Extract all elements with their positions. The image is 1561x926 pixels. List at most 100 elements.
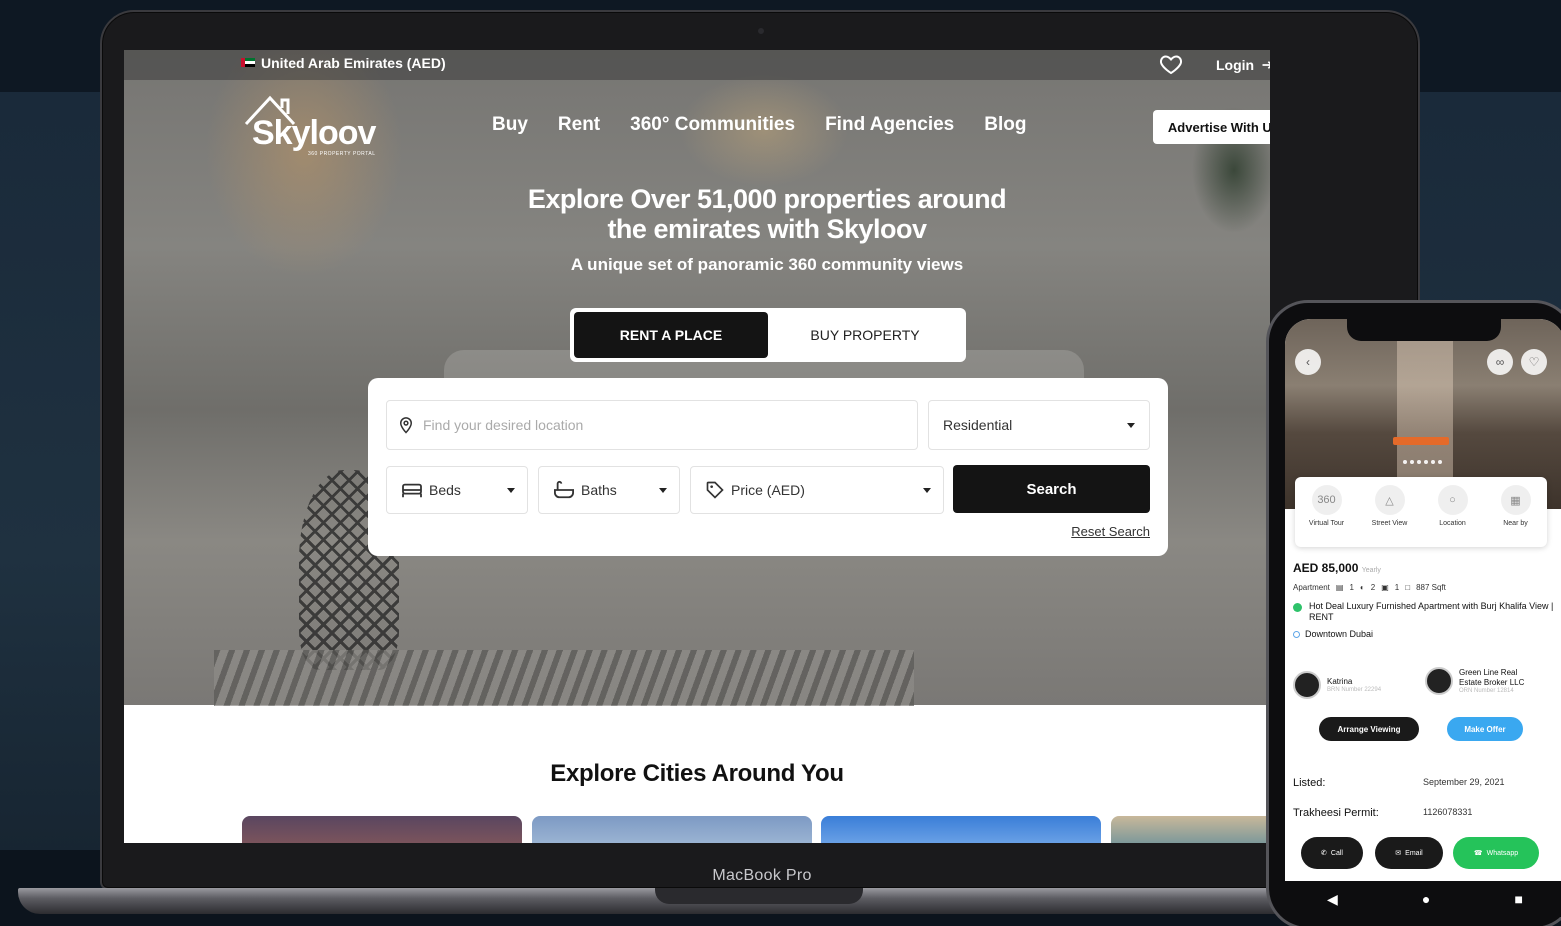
- agency-avatar: [1425, 667, 1453, 695]
- mail-icon: ✉: [1395, 850, 1402, 857]
- permit-row: Trakheesi Permit: 1126078331: [1293, 807, 1557, 819]
- make-offer-button[interactable]: Make Offer: [1447, 717, 1523, 741]
- agent-info[interactable]: Katrina BRN Number 22294: [1293, 671, 1381, 699]
- area-icon: □: [1405, 583, 1411, 592]
- permit-label: Trakheesi Permit:: [1293, 807, 1379, 819]
- nav-360-communities[interactable]: 360° Communities: [630, 114, 795, 136]
- virtual-tour-item[interactable]: 360 Virtual Tour: [1302, 485, 1352, 547]
- favorite-heart-icon[interactable]: ♡: [1521, 349, 1547, 375]
- nav-buy[interactable]: Buy: [492, 114, 528, 136]
- nav-rent[interactable]: Rent: [558, 114, 600, 136]
- agency-name-line1: Green Line Real: [1459, 668, 1518, 677]
- main-nav: Buy Rent 360° Communities Find Agencies …: [492, 114, 1026, 136]
- laptop-brand-label: MacBook Pro: [712, 867, 812, 884]
- beds-count: 1: [1349, 583, 1354, 592]
- login-button[interactable]: Login: [1216, 54, 1270, 76]
- android-nav-bar: ◀ ● ■: [1285, 881, 1561, 917]
- baths-count: 2: [1370, 583, 1376, 592]
- price-tag-icon: [706, 481, 724, 499]
- beds-select[interactable]: Beds: [386, 466, 528, 514]
- agency-orn: ORN Number 12814: [1459, 688, 1514, 694]
- bed-icon: [402, 483, 422, 498]
- area-value: 887 Sqft: [1416, 583, 1446, 592]
- phone-frame: ‹ ∞ ♡ 360 Virtual Tour △ Street View ○ L…: [1266, 300, 1561, 926]
- search-panel: Residential Beds Baths: [368, 378, 1168, 556]
- property-type-value: Residential: [943, 417, 1013, 433]
- location-pin-icon: [399, 417, 413, 434]
- region-selector[interactable]: United Arab Emirates (AED): [261, 55, 446, 71]
- phone-screen: ‹ ∞ ♡ 360 Virtual Tour △ Street View ○ L…: [1285, 319, 1561, 917]
- price-period: Yearly: [1361, 567, 1381, 574]
- advertise-button[interactable]: Advertise With Us: [1153, 110, 1270, 144]
- login-label: Login: [1216, 57, 1255, 73]
- city-card[interactable]: [242, 816, 522, 843]
- baths-select[interactable]: Baths: [538, 466, 680, 514]
- agency-name-line2: Estate Broker LLC: [1459, 678, 1525, 687]
- phone-notch: [1347, 319, 1501, 341]
- back-triangle-icon[interactable]: ◀: [1327, 891, 1338, 908]
- logo-text: Skyloov: [252, 114, 376, 152]
- location-input[interactable]: [423, 417, 893, 433]
- bathtub-icon: ◐: [1359, 583, 1365, 592]
- whatsapp-icon: ☎: [1473, 850, 1483, 857]
- phone-icon: ✆: [1321, 850, 1327, 857]
- baths-label: Baths: [581, 482, 617, 498]
- parking-icon: ▣: [1381, 583, 1389, 592]
- listed-row: Listed: September 29, 2021: [1293, 777, 1557, 789]
- beds-label: Beds: [429, 482, 461, 498]
- share-icon[interactable]: ∞: [1487, 349, 1513, 375]
- city-card[interactable]: [532, 816, 812, 843]
- search-button[interactable]: Search: [953, 465, 1150, 513]
- price-select[interactable]: Price (AED): [690, 466, 944, 514]
- listing-location: Downtown Dubai: [1305, 629, 1374, 639]
- whatsapp-button[interactable]: ☎ Whatsapp: [1453, 837, 1539, 869]
- street-view-item[interactable]: △ Street View: [1365, 485, 1415, 547]
- tab-rent-a-place[interactable]: RENT A PLACE: [574, 312, 768, 358]
- location-pin-icon: ○: [1437, 485, 1468, 515]
- uae-flag-icon: [241, 58, 255, 67]
- call-button[interactable]: ✆ Call: [1301, 837, 1363, 869]
- property-type-select[interactable]: Residential: [928, 400, 1150, 450]
- city-card[interactable]: [1111, 816, 1270, 843]
- listed-value: September 29, 2021: [1423, 777, 1505, 787]
- back-arrow-icon[interactable]: ‹: [1295, 349, 1321, 375]
- agent-name: Katrina: [1327, 677, 1353, 686]
- top-bar: United Arab Emirates (AED) Login: [124, 50, 1270, 80]
- price-label: Price (AED): [731, 482, 805, 498]
- property-type: Apartment: [1293, 583, 1330, 592]
- recents-square-icon[interactable]: ■: [1514, 891, 1522, 907]
- agency-info[interactable]: Green Line Real Estate Broker LLC ORN Nu…: [1425, 667, 1524, 695]
- tab-buy-property[interactable]: BUY PROPERTY: [768, 312, 962, 358]
- login-icon: [1262, 61, 1270, 69]
- logo-tagline: 360 PROPERTY PORTAL: [308, 151, 376, 157]
- listing-title: Hot Deal Luxury Furnished Apartment with…: [1309, 601, 1554, 622]
- arrange-viewing-button[interactable]: Arrange Viewing: [1319, 717, 1419, 741]
- hero-subtitle: A unique set of panoramic 360 community …: [570, 255, 964, 274]
- favorites-heart-icon[interactable]: [1158, 52, 1184, 76]
- bed-icon: ▤: [1335, 583, 1344, 592]
- nearby-icon: ▦: [1500, 485, 1531, 515]
- photo-carousel-dots[interactable]: [1403, 460, 1442, 464]
- email-button[interactable]: ✉ Email: [1375, 837, 1443, 869]
- home-circle-icon[interactable]: ●: [1422, 891, 1430, 907]
- agent-brn: BRN Number 22294: [1327, 687, 1382, 693]
- nav-find-agencies[interactable]: Find Agencies: [825, 114, 954, 136]
- nearby-item[interactable]: ▦ Near by: [1491, 485, 1541, 547]
- city-card[interactable]: [821, 816, 1101, 843]
- listing-price: AED 85,000 Yearly: [1293, 561, 1381, 575]
- street-view-icon: △: [1374, 485, 1405, 515]
- listing-meta: Apartment ▤ 1 ◐ 2 ▣ 1 □ 887 Sqft: [1293, 583, 1446, 592]
- listed-label: Listed:: [1293, 777, 1326, 789]
- agent-avatar: [1293, 671, 1321, 699]
- skyloov-logo[interactable]: Skyloov 360 PROPERTY PORTAL: [240, 94, 390, 164]
- property-feature-icons: 360 Virtual Tour △ Street View ○ Locatio…: [1295, 477, 1547, 547]
- parking-count: 1: [1394, 583, 1400, 592]
- chevron-down-icon: [507, 487, 515, 493]
- reset-search-link[interactable]: Reset Search: [1068, 524, 1150, 539]
- camera-dot: [758, 28, 764, 34]
- location-item[interactable]: ○ Location: [1428, 485, 1478, 547]
- laptop-screen: United Arab Emirates (AED) Login Skyloov…: [124, 50, 1270, 843]
- search-mode-tabs: RENT A PLACE BUY PROPERTY: [570, 308, 966, 362]
- nav-blog[interactable]: Blog: [984, 114, 1026, 136]
- location-field[interactable]: [386, 400, 918, 450]
